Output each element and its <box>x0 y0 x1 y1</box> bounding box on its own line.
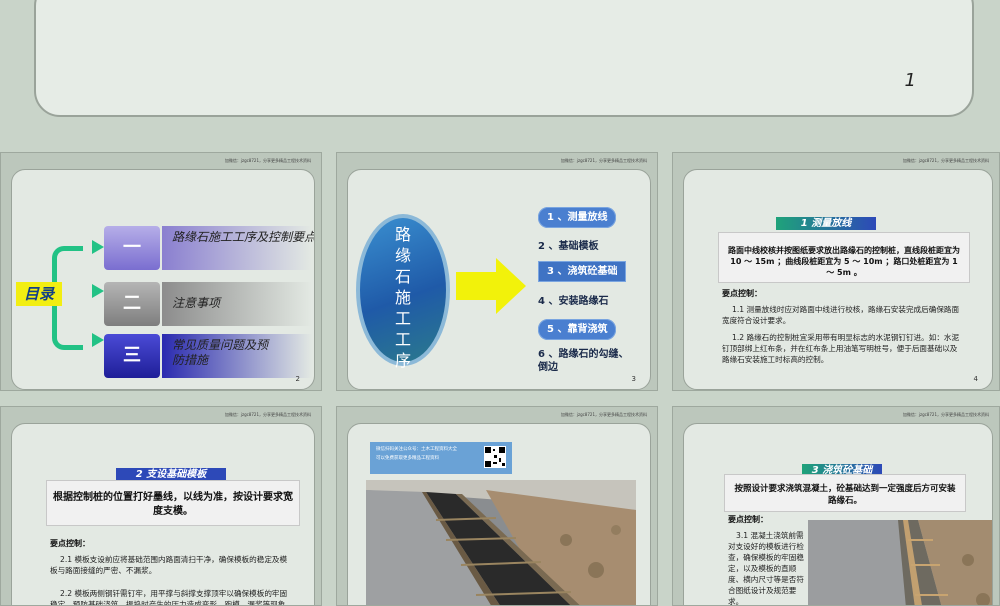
key-points-label: 要点控制： <box>50 539 90 548</box>
step-3[interactable]: 3 、浇筑砼基础 <box>538 261 627 282</box>
step-1[interactable]: 1 、测量放线 <box>538 207 617 228</box>
key-points-label: 要点控制： <box>722 289 762 298</box>
slide-panel: 路 缘 石 施 工 工 序 1 、测量放线 2 、基础模板 3 、浇筑砼基础 4… <box>347 169 651 390</box>
title-char: 路 <box>394 225 411 244</box>
slide-header-text: 加微信：jzgc8721，分享更多精品工程技术资料 <box>902 158 989 163</box>
slide-header-text: 加微信：jzgc8721，分享更多精品工程技术资料 <box>224 412 311 417</box>
paragraph-2-1: 2.1 模板支设前应将基础范围内路面清扫干净，确保模板的稳定及模板与路面接缝的严… <box>50 555 288 575</box>
page-number: 4 <box>973 375 978 383</box>
slide-panel: 3 浇筑砼基础 按照设计要求浇筑混凝土，砼基础达到一定强度后方可安装路缘石。 要… <box>683 423 993 606</box>
toc-item-2[interactable]: 注意事项 <box>172 296 220 311</box>
slide-7-thumbnail[interactable]: 加微信：jzgc8721，分享更多精品工程技术资料 3 浇筑砼基础 按照设计要求… <box>672 406 1000 606</box>
slide-1-thumbnail[interactable]: 1 <box>34 0 974 117</box>
slide-header-text: 加微信：jzgc8721，分享更多精品工程技术资料 <box>560 158 647 163</box>
arrow-icon <box>92 240 104 254</box>
slide-panel: 2 支设基础模板 根据控制桩的位置打好墨线，以线为准，按设计要求宽度支模。 要点… <box>11 423 315 606</box>
title-char: 施 <box>394 288 411 307</box>
slide-header-text: 加微信：jzgc8721，分享更多精品工程技术资料 <box>902 412 989 417</box>
paragraph-3-1: 3.1 混凝土浇筑前需对支设好的模板进行检查，确保模板的牢固稳定，以及模板的直顺… <box>728 531 804 606</box>
process-title-ellipse: 路 缘 石 施 工 工 序 <box>356 214 450 370</box>
page-number: 1 <box>904 70 916 91</box>
toc-item-1[interactable]: 路缘石施工工序及控制要点 <box>172 230 314 245</box>
slide-panel: 微信扫码关注公众号：土木工程资料大全 可以免费获取更多精品工程资料 <box>347 423 651 605</box>
slide-4-thumbnail[interactable]: 加微信：jzgc8721，分享更多精品工程技术资料 1 测量放线 路面中线校核并… <box>672 152 1000 391</box>
summary-box: 路面中线校核并按图纸要求放出路缘石的控制桩，直线段桩距宜为 10 ～ 15m ；… <box>718 232 970 283</box>
construction-photo <box>808 520 992 605</box>
step-5[interactable]: 5 、靠背浇筑 <box>538 319 617 340</box>
qr-banner[interactable]: 微信扫码关注公众号：土木工程资料大全 可以免费获取更多精品工程资料 <box>370 442 512 474</box>
page-number: 2 <box>295 375 300 383</box>
title-char: 工 <box>394 309 411 328</box>
slide-2-thumbnail[interactable]: 加微信：jzgc8721，分享更多精品工程技术资料 目录 一 路缘石施工工序及控… <box>0 152 322 391</box>
toc-number-1: 一 <box>104 226 160 270</box>
section-title: 1 测量放线 <box>776 217 876 230</box>
page-number: 3 <box>631 375 636 383</box>
arrow-icon <box>92 333 104 347</box>
arrow-icon <box>92 284 104 298</box>
step-2[interactable]: 2 、基础模板 <box>538 237 598 252</box>
title-char: 石 <box>394 267 411 286</box>
paragraph-1-1: 1.1 测量放线时应对路面中线进行校核，路缘石安装完成后确保路面宽度符合设计要求… <box>722 305 960 325</box>
slide-3-thumbnail[interactable]: 加微信：jzgc8721，分享更多精品工程技术资料 路 缘 石 施 工 工 序 … <box>336 152 658 391</box>
title-char: 工 <box>394 330 411 349</box>
key-points-label: 要点控制： <box>728 515 768 524</box>
title-char: 缘 <box>394 246 411 265</box>
paragraph-2-2: 2.2 模板两侧钢钎需钉牢，用平撑与斜撑支撑顶牢以确保模板的牢固稳定，预防基础浇… <box>50 589 293 606</box>
summary-box: 根据控制桩的位置打好墨线，以线为准，按设计要求宽度支模。 <box>46 480 300 526</box>
step-6[interactable]: 6 、路缘石的勾缝、倒边 <box>538 348 638 374</box>
qr-code-icon <box>484 446 506 468</box>
slide-panel: 1 测量放线 路面中线校核并按图纸要求放出路缘石的控制桩，直线段桩距宜为 10 … <box>683 169 993 390</box>
slide-header-text: 加微信：jzgc8721，分享更多精品工程技术资料 <box>560 412 647 417</box>
paragraph-1-2: 1.2 路缘石的控制桩宜采用带有明显标志的水泥钢钉钉进。如：水泥钉顶部绑上红布条… <box>722 333 960 364</box>
toc-label: 目录 <box>16 282 62 306</box>
slide-header-text: 加微信：jzgc8721，分享更多精品工程技术资料 <box>224 158 311 163</box>
big-arrow-icon <box>456 258 526 314</box>
toc-number-3: 三 <box>104 334 160 378</box>
step-4[interactable]: 4 、安装路缘石 <box>538 292 608 307</box>
slide-5-thumbnail[interactable]: 加微信：jzgc8721，分享更多精品工程技术资料 2 支设基础模板 根据控制桩… <box>0 406 322 606</box>
slide-panel: 目录 一 路缘石施工工序及控制要点 二 注意事项 三 常见质量问题及预防措施 2 <box>11 169 315 390</box>
title-char: 序 <box>394 351 411 370</box>
toc-item-3[interactable]: 常见质量问题及预防措施 <box>172 338 272 368</box>
slide-6-thumbnail[interactable]: 加微信：jzgc8721，分享更多精品工程技术资料 微信扫码关注公众号：土木工程… <box>336 406 658 606</box>
construction-photo <box>366 480 636 605</box>
summary-box: 按照设计要求浇筑混凝土，砼基础达到一定强度后方可安装路缘石。 <box>724 474 966 512</box>
toc-number-2: 二 <box>104 282 160 326</box>
